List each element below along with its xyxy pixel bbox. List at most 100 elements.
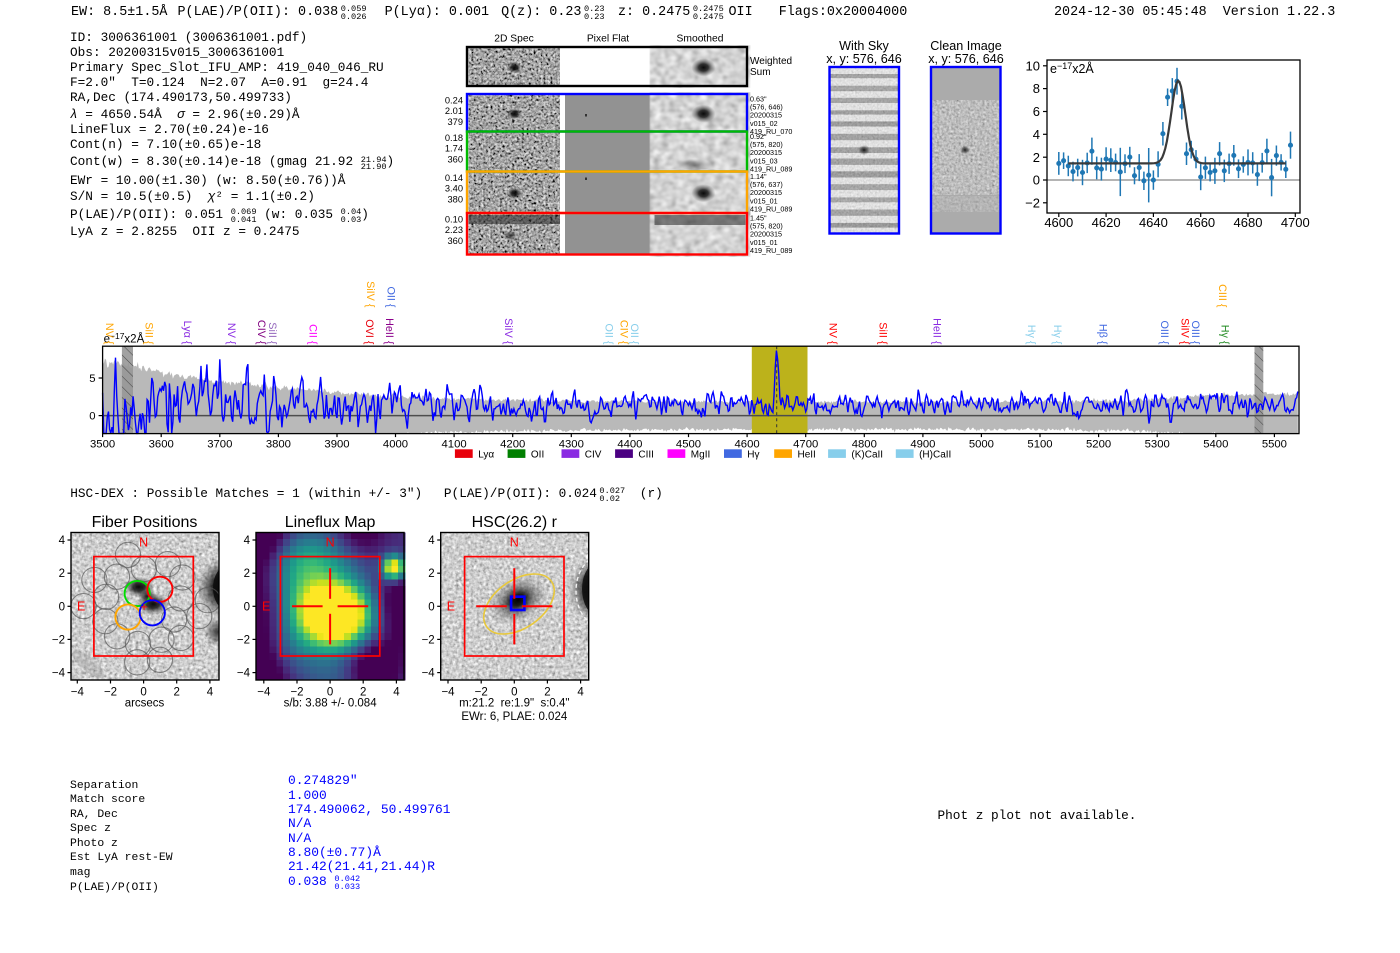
svg-text:4680: 4680 [1234, 215, 1263, 230]
svg-text:10: 10 [1026, 58, 1040, 73]
svg-text:4600: 4600 [1044, 215, 1073, 230]
svg-text:−2: −2 [237, 634, 250, 646]
svg-text:OII: OII [531, 449, 544, 460]
svg-text:SiII {: SiII { [143, 322, 155, 345]
svg-text:−2: −2 [52, 634, 65, 646]
svg-text:Pixel Flat: Pixel Flat [587, 34, 629, 45]
svg-text:−4: −4 [71, 687, 85, 699]
svg-text:4: 4 [393, 687, 400, 699]
svg-text:3.40: 3.40 [445, 184, 463, 194]
svg-text:CII {: CII { [306, 324, 318, 345]
svg-text:e−17x2Å: e−17x2Å [1050, 61, 1094, 76]
svg-text:2: 2 [1033, 150, 1040, 165]
svg-text:5200: 5200 [1086, 439, 1111, 451]
svg-text:CIII: CIII [638, 449, 654, 460]
svg-text:−2: −2 [1025, 195, 1040, 210]
svg-text:5300: 5300 [1145, 439, 1170, 451]
svg-text:8: 8 [1033, 81, 1040, 96]
svg-text:Hγ {: Hγ { [1219, 325, 1231, 345]
svg-text:4700: 4700 [1281, 215, 1310, 230]
svg-text:2.01: 2.01 [445, 106, 463, 116]
svg-text:EWr: 6, PLAE: 0.024: EWr: 6, PLAE: 0.024 [461, 711, 568, 723]
svg-text:2.23: 2.23 [445, 225, 463, 235]
svg-text:2D Spec: 2D Spec [494, 34, 534, 45]
svg-text:Hγ {: Hγ { [1025, 325, 1037, 345]
svg-text:379: 379 [447, 117, 463, 127]
svg-text:0: 0 [1033, 173, 1040, 188]
svg-text:x, y: 576, 646: x, y: 576, 646 [826, 52, 902, 66]
svg-text:(K)CaII: (K)CaII [851, 449, 883, 460]
svg-text:NV {: NV { [103, 323, 115, 345]
svg-text:HeII {: HeII { [383, 318, 395, 345]
svg-text:4640: 4640 [1139, 215, 1168, 230]
svg-text:N: N [139, 536, 148, 550]
svg-text:−2: −2 [422, 634, 435, 646]
svg-text:−4: −4 [52, 668, 66, 680]
svg-text:s/b: 3.88 +/- 0.084: s/b: 3.88 +/- 0.084 [284, 698, 378, 710]
svg-text:SiIV {: SiIV { [502, 318, 514, 345]
svg-text:OII {: OII { [603, 323, 615, 344]
svg-text:N: N [510, 536, 519, 550]
svg-text:Lyα: Lyα [478, 449, 494, 460]
svg-text:0.24: 0.24 [445, 95, 463, 105]
svg-text:−4: −4 [441, 687, 455, 699]
svg-text:arcsecs: arcsecs [125, 698, 165, 710]
svg-text:2: 2 [428, 568, 434, 580]
svg-text:360: 360 [447, 155, 463, 165]
svg-text:(H)CaII: (H)CaII [919, 449, 951, 460]
svg-text:4000: 4000 [383, 439, 408, 451]
svg-text:4: 4 [577, 687, 584, 699]
svg-text:NV {: NV { [827, 323, 839, 345]
svg-text:SiII {: SiII { [877, 322, 889, 345]
svg-text:E: E [77, 600, 85, 614]
svg-text:4620: 4620 [1092, 215, 1121, 230]
svg-text:4660: 4660 [1186, 215, 1215, 230]
svg-text:OVI {: OVI { [363, 319, 375, 345]
svg-text:HSC(26.2) r: HSC(26.2) r [472, 514, 558, 531]
svg-text:0: 0 [244, 601, 250, 613]
svg-text:OIII {: OIII { [1158, 320, 1170, 344]
svg-text:HeII: HeII [798, 449, 816, 460]
svg-text:4300: 4300 [559, 439, 584, 451]
svg-text:4: 4 [207, 687, 214, 699]
svg-text:4: 4 [59, 535, 66, 547]
svg-text:0: 0 [59, 601, 65, 613]
svg-text:−4: −4 [257, 687, 271, 699]
svg-text:380: 380 [447, 195, 463, 205]
svg-text:Fiber Positions: Fiber Positions [92, 514, 198, 531]
svg-text:5100: 5100 [1027, 439, 1052, 451]
svg-text:0: 0 [428, 601, 434, 613]
svg-text:5000: 5000 [969, 439, 994, 451]
svg-text:2: 2 [244, 568, 250, 580]
svg-text:1.74: 1.74 [445, 144, 463, 154]
svg-text:NV {: NV { [225, 323, 237, 345]
svg-text:OII {: OII { [384, 286, 396, 307]
svg-text:Lineflux Map: Lineflux Map [285, 514, 376, 531]
svg-text:CIV {: CIV { [255, 320, 267, 345]
svg-text:+: + [140, 599, 148, 614]
svg-text:419_RU_089: 419_RU_089 [750, 204, 792, 213]
svg-text:4: 4 [1033, 127, 1040, 142]
svg-text:6: 6 [1033, 104, 1040, 119]
svg-text:x, y: 576, 646: x, y: 576, 646 [928, 52, 1004, 66]
svg-text:N: N [326, 536, 335, 550]
svg-text:SiII {: SiII { [266, 322, 278, 345]
svg-text:With Sky: With Sky [839, 39, 889, 53]
svg-text:3900: 3900 [324, 439, 349, 451]
svg-text:419_RU_089: 419_RU_089 [750, 246, 792, 255]
svg-text:E: E [447, 600, 455, 614]
svg-text:CIV: CIV [585, 449, 602, 460]
svg-text:CIV {: CIV { [617, 320, 629, 345]
svg-text:0: 0 [89, 411, 95, 423]
svg-text:Hγ: Hγ [747, 449, 759, 460]
svg-text:3700: 3700 [207, 439, 232, 451]
svg-text:MgII: MgII [691, 449, 710, 460]
svg-text:OII {: OII { [628, 323, 640, 344]
svg-text:Clean Image: Clean Image [930, 39, 1001, 53]
svg-text:−4: −4 [237, 668, 251, 680]
svg-text:0.10: 0.10 [445, 214, 463, 224]
svg-text:0.18: 0.18 [445, 133, 463, 143]
svg-text:3800: 3800 [266, 439, 291, 451]
svg-text:Lyα {: Lyα { [181, 321, 193, 345]
svg-text:Hγ {: Hγ { [1051, 325, 1063, 345]
